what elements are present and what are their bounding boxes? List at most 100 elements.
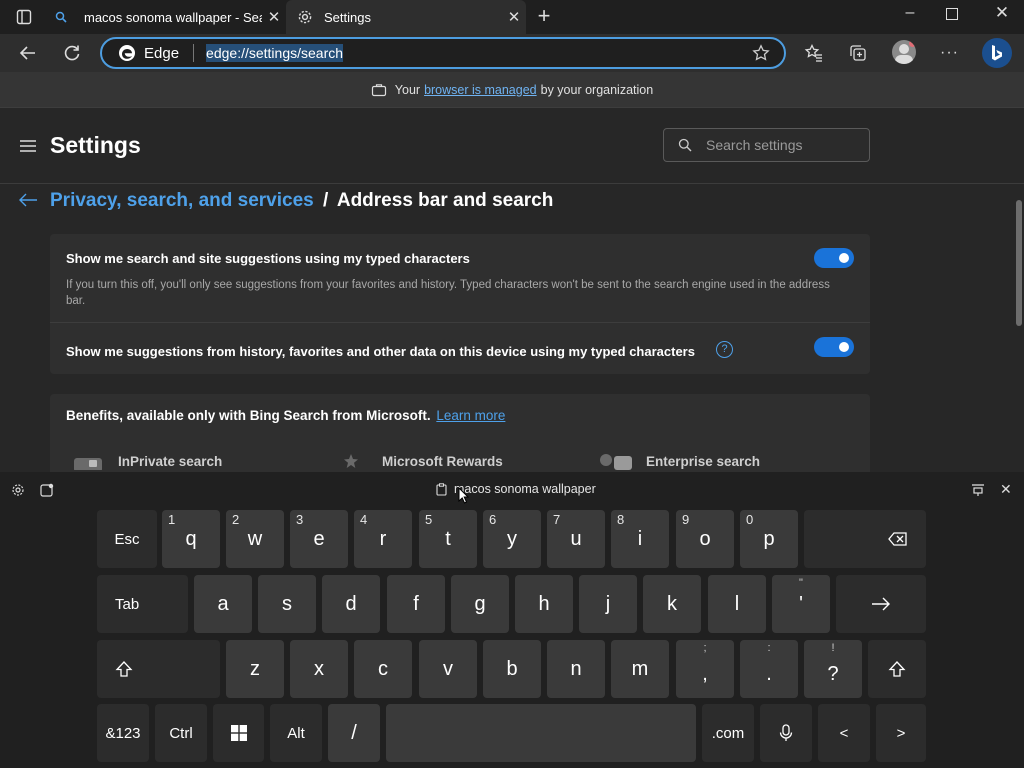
key-label: '	[799, 592, 803, 615]
key-apostrophe[interactable]: " '	[772, 575, 830, 633]
key-shift-right[interactable]	[868, 640, 926, 698]
key-esc[interactable]: Esc	[97, 510, 157, 568]
more-options-icon[interactable]: ···	[940, 44, 959, 62]
key-shift-left[interactable]	[97, 640, 220, 698]
key-dotcom[interactable]: .com	[702, 704, 754, 762]
minimize-button[interactable]: –	[898, 0, 922, 30]
key-question[interactable]: !?	[804, 640, 862, 698]
notification-dot	[909, 40, 916, 47]
address-bar[interactable]: Edge edge://settings/search	[100, 37, 786, 69]
key-j[interactable]: j	[579, 575, 637, 633]
key-i[interactable]: 8i	[611, 510, 669, 568]
key-label: x	[314, 657, 324, 680]
key-number: 7	[553, 512, 561, 527]
key-l[interactable]: l	[708, 575, 766, 633]
search-icon	[678, 138, 692, 152]
tab-actions-icon[interactable]	[16, 9, 32, 25]
close-tab-icon[interactable]: ✕	[262, 8, 286, 26]
enterprise-search-item: Enterprise search	[598, 452, 760, 470]
browser-managed-link[interactable]: browser is managed	[424, 83, 537, 97]
key-label: ?	[827, 662, 839, 685]
key-q[interactable]: 1q	[162, 510, 220, 568]
key-w[interactable]: 2w	[226, 510, 284, 568]
key-right-arrow[interactable]: >	[876, 704, 926, 762]
key-m[interactable]: m	[611, 640, 669, 698]
clipboard-text: macos sonoma wallpaper	[454, 482, 596, 496]
key-period[interactable]: :.	[740, 640, 798, 698]
key-tab[interactable]: Tab	[97, 575, 188, 633]
key-left-arrow[interactable]: <	[818, 704, 870, 762]
close-window-button[interactable]: ✕	[990, 2, 1014, 26]
key-label: a	[217, 592, 229, 615]
back-icon[interactable]	[18, 43, 38, 63]
key-f[interactable]: f	[387, 575, 445, 633]
key-u[interactable]: 7u	[547, 510, 605, 568]
close-keyboard-icon[interactable]: ✕	[1000, 481, 1012, 498]
key-number: 8	[617, 512, 625, 527]
key-k[interactable]: k	[643, 575, 701, 633]
favorite-star-icon[interactable]	[752, 44, 770, 62]
tab-strip: macos sonoma wallpaper - Search ✕ Settin…	[0, 0, 1024, 34]
dock-keyboard-icon[interactable]	[971, 483, 985, 497]
key-label: k	[667, 592, 677, 615]
key-number: 1	[168, 512, 176, 527]
key-a[interactable]: a	[194, 575, 252, 633]
search-suggestions-toggle[interactable]	[814, 248, 854, 268]
key-e[interactable]: 3e	[290, 510, 348, 568]
key-o[interactable]: 9o	[676, 510, 734, 568]
key-p[interactable]: 0p	[740, 510, 798, 568]
key-symbols[interactable]: &123	[97, 704, 149, 762]
history-suggestions-toggle[interactable]	[814, 337, 854, 357]
key-g[interactable]: g	[451, 575, 509, 633]
key-microphone[interactable]	[760, 704, 812, 762]
key-y[interactable]: 6y	[483, 510, 541, 568]
key-z[interactable]: z	[226, 640, 284, 698]
key-space[interactable]	[386, 704, 696, 762]
key-x[interactable]: x	[290, 640, 348, 698]
key-alt[interactable]: Alt	[270, 704, 322, 762]
key-h[interactable]: h	[515, 575, 573, 633]
key-slash[interactable]: /	[328, 704, 380, 762]
inprivate-search-item: InPrivate search	[72, 452, 222, 470]
key-n[interactable]: n	[547, 640, 605, 698]
breadcrumb-parent-link[interactable]: Privacy, search, and services	[50, 190, 314, 211]
search-settings-input[interactable]: Search settings	[663, 128, 870, 162]
bing-copilot-icon[interactable]	[982, 38, 1012, 68]
key-b[interactable]: b	[483, 640, 541, 698]
menu-icon[interactable]	[20, 140, 36, 152]
key-label: ,	[702, 662, 708, 685]
help-icon[interactable]: ?	[716, 341, 733, 358]
benefits-heading: Benefits, available only with Bing Searc…	[66, 408, 505, 423]
key-s[interactable]: s	[258, 575, 316, 633]
setting-title: Show me search and site suggestions usin…	[66, 251, 470, 266]
key-label: u	[570, 527, 582, 550]
key-ctrl[interactable]: Ctrl	[155, 704, 207, 762]
tab-settings[interactable]: Settings ✕	[286, 0, 526, 34]
key-windows[interactable]	[213, 704, 264, 762]
back-arrow-icon[interactable]	[18, 192, 38, 208]
key-t[interactable]: 5t	[419, 510, 477, 568]
key-r[interactable]: 4r	[354, 510, 412, 568]
key-label: &123	[105, 724, 141, 742]
tab-search[interactable]: macos sonoma wallpaper - Search ✕	[48, 0, 286, 34]
collections-icon[interactable]	[848, 43, 868, 63]
address-separator	[193, 44, 195, 62]
learn-more-link[interactable]: Learn more	[436, 408, 505, 423]
favorites-icon[interactable]	[804, 43, 824, 63]
key-d[interactable]: d	[322, 575, 380, 633]
url-text[interactable]: edge://settings/search	[206, 44, 344, 62]
refresh-icon[interactable]	[62, 43, 82, 63]
emoji-panel-icon[interactable]	[40, 483, 54, 497]
new-tab-button[interactable]: +	[534, 4, 554, 30]
page-scrollbar[interactable]	[1016, 200, 1022, 326]
key-v[interactable]: v	[419, 640, 477, 698]
key-c[interactable]: c	[354, 640, 412, 698]
key-label: q	[185, 527, 197, 550]
key-enter[interactable]	[836, 575, 926, 633]
keyboard-settings-icon[interactable]	[11, 483, 25, 497]
key-backspace[interactable]	[804, 510, 926, 568]
profile-avatar[interactable]	[892, 40, 916, 64]
maximize-button[interactable]	[946, 8, 958, 20]
close-tab-icon[interactable]: ✕	[502, 8, 526, 26]
key-comma[interactable]: ;,	[676, 640, 734, 698]
